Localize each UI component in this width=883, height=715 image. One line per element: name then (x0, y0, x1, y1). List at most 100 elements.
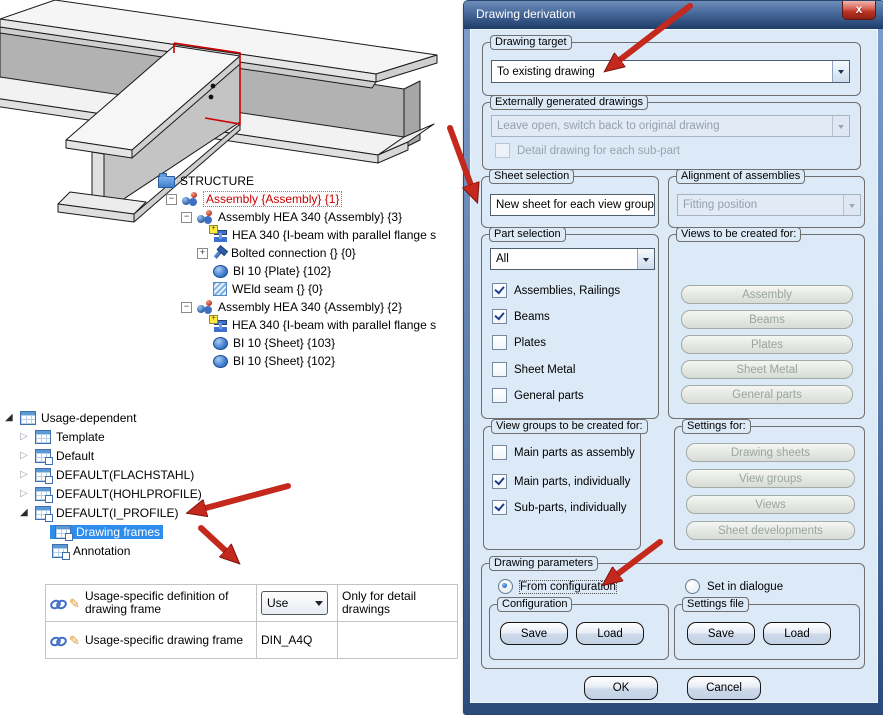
tree-item-default-i-profile[interactable]: DEFAULT(I_PROFILE) (0, 503, 360, 522)
checkbox-sub-parts-individually[interactable]: Sub-parts, individually (492, 500, 627, 515)
i-beam-icon: + (209, 224, 227, 242)
assembly-icon (196, 210, 213, 224)
weld-seam-icon (213, 282, 227, 296)
group-part-selection: Part selection All Assemblies, Railings … (481, 227, 659, 419)
tree-collapse-icon[interactable] (166, 193, 177, 205)
i-beam-icon: + (209, 314, 227, 332)
checkbox-plates[interactable]: Plates (492, 335, 546, 350)
settings-file-load-button[interactable]: Load (763, 622, 831, 645)
sheet-selection-dropdown[interactable]: New sheet for each view group (490, 194, 655, 216)
property-note: Only for detail drawings (342, 589, 417, 616)
group-configuration: Configuration Save Load (489, 597, 669, 660)
tree-item-assembly-1[interactable]: Assembly {Assembly} {1} (152, 190, 462, 208)
tree-item-weld-seam[interactable]: WEld seam {} {0} (152, 280, 462, 298)
tree-item-default-hohlprofile[interactable]: DEFAULT(HOHLPROFILE) (0, 484, 360, 503)
tree-collapse-icon[interactable] (5, 412, 16, 423)
checkbox-assemblies-railings[interactable]: Assemblies, Railings (492, 283, 620, 298)
table-icon (35, 429, 51, 444)
property-value: DIN_A4Q (261, 632, 313, 647)
drawing-derivation-dialog: Drawing derivation Drawing target To exi… (463, 0, 883, 715)
group-alignment-assemblies: Alignment of assemblies Fitting position (668, 169, 865, 228)
radio-button[interactable] (498, 579, 513, 594)
dialog-body: Drawing target To existing drawing Exter… (470, 29, 878, 703)
tree-item-default[interactable]: Default (0, 446, 360, 465)
tree-item-bi10-plate[interactable]: BI 10 {Plate} {102} (152, 262, 462, 280)
assembly-icon (196, 300, 213, 314)
part-selection-dropdown[interactable]: All (490, 248, 655, 270)
screen: STRUCTURE Assembly {Assembly} {1} Assemb… (0, 0, 883, 715)
checkbox-main-parts-individually[interactable]: Main parts, individually (492, 474, 630, 489)
tree-item-bi10-sheet-102[interactable]: BI 10 {Sheet} {102} (152, 352, 462, 370)
checkbox-general-parts[interactable]: General parts (492, 388, 584, 403)
table-variant-icon (52, 543, 70, 560)
close-icon[interactable] (842, 1, 876, 20)
tree-item-bolted-connection[interactable]: Bolted connection {} {0} (152, 244, 462, 262)
radio-from-configuration[interactable]: From configuration (498, 579, 617, 594)
tree-item-assembly-hea340-3[interactable]: Assembly HEA 340 {Assembly} {3} (152, 208, 462, 226)
chevron-down-icon[interactable] (653, 195, 654, 215)
tree-expand-icon[interactable] (20, 469, 31, 480)
tree-expand-icon[interactable] (20, 488, 31, 499)
radio-button[interactable] (685, 579, 700, 594)
tree-item-drawing-frames[interactable]: Drawing frames (0, 522, 360, 541)
tree-collapse-icon[interactable] (20, 507, 31, 518)
checkbox-box[interactable] (492, 309, 507, 324)
checkbox-sheet-metal[interactable]: Sheet Metal (492, 362, 575, 377)
tree-item-hea340-beam-2[interactable]: + HEA 340 {I-beam with parallel flange s (152, 314, 462, 334)
external-drawings-dropdown: Leave open, switch back to original draw… (491, 115, 850, 137)
pencil-icon (69, 597, 82, 610)
plate-icon (213, 264, 228, 278)
sheet-icon (213, 336, 228, 350)
group-drawing-target: Drawing target To existing drawing (482, 35, 861, 96)
tree-expand-icon[interactable] (20, 450, 31, 461)
property-table: Usage-specific definition of drawing fra… (45, 584, 458, 659)
use-dropdown[interactable]: Use (261, 591, 328, 615)
table-variant-icon (35, 448, 53, 465)
checkbox-box[interactable] (492, 362, 507, 377)
chevron-down-icon[interactable] (637, 249, 654, 269)
checkbox-box[interactable] (492, 445, 507, 460)
tree-collapse-icon[interactable] (181, 211, 192, 223)
dialog-titlebar[interactable]: Drawing derivation (464, 1, 883, 29)
configuration-load-button[interactable]: Load (576, 622, 644, 645)
tree-item-hea340-beam[interactable]: + HEA 340 {I-beam with parallel flange s (152, 224, 462, 244)
bolt-icon (209, 243, 229, 263)
checkbox-box[interactable] (492, 474, 507, 489)
property-name: Usage-specific drawing frame (85, 632, 244, 647)
assembly-icon (181, 192, 198, 206)
tree-expand-icon[interactable] (20, 431, 31, 442)
group-externally-generated: Externally generated drawings Leave open… (482, 95, 861, 170)
checkbox-beams[interactable]: Beams (492, 309, 550, 324)
pencil-icon (69, 634, 82, 647)
group-view-groups: View groups to be created for: Main part… (483, 419, 648, 550)
table-variant-icon (35, 505, 53, 522)
tree-item-assembly-hea340-2[interactable]: Assembly HEA 340 {Assembly} {2} (152, 298, 462, 316)
ok-button[interactable]: OK (584, 676, 658, 700)
radio-set-in-dialogue[interactable]: Set in dialogue (685, 579, 783, 594)
tree-expand-icon[interactable] (197, 247, 208, 259)
settings-file-save-button[interactable]: Save (687, 622, 755, 645)
cancel-button[interactable]: Cancel (687, 676, 761, 700)
table-icon (20, 410, 36, 425)
table-variant-icon (55, 524, 73, 541)
checkbox-main-parts-as-assembly[interactable]: Main parts as assembly (492, 445, 635, 460)
tree-item-usage-dependent[interactable]: Usage-dependent (0, 408, 360, 427)
checkbox-box[interactable] (492, 335, 507, 350)
configuration-save-button[interactable]: Save (500, 622, 568, 645)
modified-badge-icon: + (209, 314, 218, 324)
chevron-down-icon[interactable] (832, 61, 849, 82)
view-groups-button: View groups (686, 469, 855, 488)
tree-item-annotation[interactable]: Annotation (0, 541, 360, 560)
checkbox-box[interactable] (492, 500, 507, 515)
tree-item-structure[interactable]: STRUCTURE (152, 172, 462, 190)
tree-item-default-flachstahl[interactable]: DEFAULT(FLACHSTAHL) (0, 465, 360, 484)
checkbox-box[interactable] (492, 388, 507, 403)
tree-collapse-icon[interactable] (181, 301, 192, 313)
beams-button: Beams (681, 310, 853, 329)
drawing-target-dropdown[interactable]: To existing drawing (491, 60, 850, 83)
table-row: Usage-specific drawing frame DIN_A4Q (46, 622, 458, 659)
checkbox-box[interactable] (492, 283, 507, 298)
tree-item-template[interactable]: Template (0, 427, 360, 446)
table-variant-icon (35, 467, 53, 484)
tree-item-bi10-sheet-103[interactable]: BI 10 {Sheet} {103} (152, 334, 462, 352)
